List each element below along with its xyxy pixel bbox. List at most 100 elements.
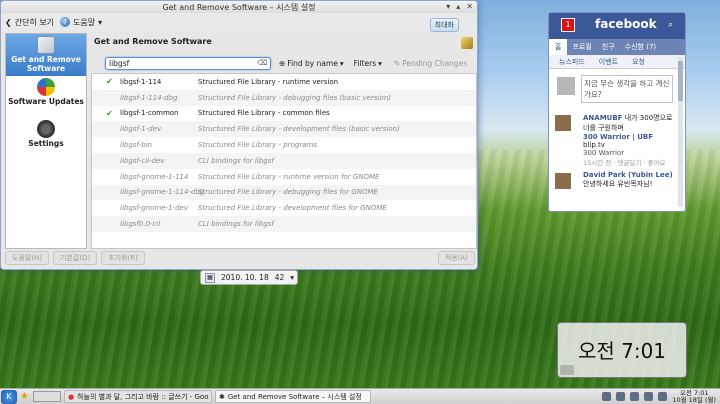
minimize-icon[interactable]: ▾: [446, 2, 450, 11]
software-panel: Get and Remove Software ⌕ libgsf ⌫ ⊕ Fin…: [91, 33, 477, 249]
sidebar-item-settings[interactable]: Settings: [6, 118, 86, 160]
battery-icon[interactable]: [630, 392, 640, 401]
sidebar-item-label: Settings: [28, 139, 64, 148]
calendar-widget[interactable]: ▦ 2010. 10. 18 42 ▾: [200, 270, 298, 285]
clear-search-icon[interactable]: ⌫: [257, 59, 267, 67]
table-row[interactable]: libgsf0.0-cil CLI bindings for libgsf: [92, 216, 476, 232]
title-bar[interactable]: Get and Remove Software – 시스템 설정 ▾ ▴ ✕: [1, 1, 477, 13]
news-feed: ANAMUBF 내가 300명으로 너를 구원하며 300 Warrior | …: [549, 109, 685, 209]
menu-bar: ❮ 간단히 보기 ? 도움말 ▾: [1, 13, 477, 31]
overview-menu[interactable]: ❮ 간단히 보기: [5, 17, 54, 28]
panel-title: Get and Remove Software: [94, 37, 212, 46]
table-row[interactable]: ✔ libgsf-1-114 Structured File Library -…: [92, 74, 476, 90]
status-composer: 지금 무슨 생각을 하고 계신가요?: [549, 69, 685, 109]
package-name: libgsf-gnome-1-114-dbg: [120, 188, 205, 197]
apply-button[interactable]: 적용(A): [437, 251, 475, 265]
task-browser[interactable]: ● 하늘의 별과 달, 그리고 바람 :: 글쓰기 - Goo: [63, 390, 212, 403]
package-desc: Structured File Library - runtime versio…: [198, 172, 380, 181]
tab-friends[interactable]: 친구: [597, 42, 620, 52]
post-link[interactable]: 300 Warrior | UBF: [583, 133, 679, 141]
help-button[interactable]: 도움말(H): [5, 251, 50, 265]
chevron-down-icon[interactable]: ▾: [290, 273, 294, 282]
table-row[interactable]: ✔ libgsf-1-common Structured File Librar…: [92, 106, 476, 122]
pending-changes-button[interactable]: ✎ Pending Changes: [394, 59, 467, 68]
sidebar-item-label: Get and Remove Software: [11, 55, 81, 73]
settings-icon: ✱: [218, 392, 225, 401]
package-desc: Structured File Library - debugging file…: [198, 188, 378, 197]
avatar: [557, 77, 575, 95]
post-author[interactable]: ANAMUBF: [583, 114, 622, 122]
notifications-icon[interactable]: [658, 392, 668, 401]
star-icon[interactable]: ★: [20, 391, 29, 402]
tray-clock[interactable]: 오전 7:01 10월 18일 (월): [672, 389, 716, 404]
table-row[interactable]: libgsf-1-114-dbg Structured File Library…: [92, 89, 476, 106]
post-text: 안녕하세요 유빈목자님!: [583, 180, 653, 188]
maximize-button[interactable]: 최대화: [429, 18, 459, 32]
tab-profile[interactable]: 프로필: [567, 42, 596, 52]
package-desc: Structured File Library - programs: [198, 141, 317, 150]
date-text: 2010. 10. 18: [221, 273, 269, 282]
package-name: libgsf-cil-dev: [120, 156, 165, 165]
table-row[interactable]: libgsf-bin Structured File Library - pro…: [92, 137, 476, 153]
search-input[interactable]: libgsf ⌫: [105, 56, 271, 70]
scrollbar-thumb[interactable]: [678, 61, 683, 101]
package-name: libgsf0.0-cil: [120, 220, 161, 229]
tab-inbox[interactable]: 수신함 (7): [620, 42, 661, 52]
facebook-subtabs: 뉴스피드 이벤트 요청: [549, 55, 685, 69]
subtab-newsfeed[interactable]: 뉴스피드: [559, 57, 585, 67]
volume-icon[interactable]: [616, 392, 626, 401]
table-row[interactable]: libgsf-1-dev Structured File Library - d…: [92, 121, 476, 138]
tab-home[interactable]: 홈: [549, 39, 568, 55]
package-manager-icon: [461, 37, 473, 49]
back-icon: ❮: [5, 17, 12, 27]
sidebar-item-get-remove-software[interactable]: Get and Remove Software: [6, 34, 86, 76]
list-item: David Park (Yubin Lee) 안녕하세요 유빈목자님!: [555, 171, 679, 201]
facebook-tabs: 홈 프로필 친구 수신함 (7): [549, 39, 685, 55]
find-by-name-button[interactable]: ⊕ Find by name ▾: [279, 59, 344, 68]
close-icon[interactable]: ✕: [466, 2, 473, 11]
package-desc: Structured File Library - development fi…: [198, 204, 387, 213]
subtab-requests[interactable]: 요청: [632, 57, 645, 67]
package-name: libgsf-1-114: [120, 77, 162, 86]
table-row[interactable]: libgsf-cil-dev CLI bindings for libgsf: [92, 152, 476, 169]
kde-menu-button[interactable]: K: [1, 389, 17, 404]
chevron-down-icon: ▾: [378, 58, 382, 68]
post-author-alt[interactable]: (Yubin Lee): [628, 171, 673, 179]
list-item: ANAMUBF 내가 300명으로 너를 구원하며 300 Warrior | …: [555, 113, 679, 167]
package-desc: CLI bindings for libgsf: [198, 220, 274, 229]
chevron-down-icon: ▾: [98, 17, 103, 27]
package-desc: Structured File Library - development fi…: [198, 125, 400, 134]
pager-icon[interactable]: [32, 391, 61, 402]
installed-check-icon: ✔: [106, 77, 113, 86]
table-row[interactable]: libgsf-gnome-1-dev Structured File Libra…: [92, 200, 476, 216]
sidebar-item-software-updates[interactable]: Software Updates: [6, 76, 86, 118]
scrollbar[interactable]: [678, 57, 683, 207]
post-site: blip.tv: [583, 141, 605, 149]
post-author[interactable]: David Park: [583, 171, 626, 179]
filters-button[interactable]: Filters ▾: [354, 59, 382, 68]
notification-badge[interactable]: 1: [561, 18, 575, 32]
table-row[interactable]: libgsf-gnome-1-114 Structured File Libra…: [92, 169, 476, 185]
task-label: Get and Remove Software – 시스템 설정: [227, 392, 362, 401]
search-icon[interactable]: ⌕: [668, 20, 673, 30]
system-tray: 오전 7:01 10월 18일 (월): [602, 389, 720, 404]
widget-handle-icon[interactable]: [560, 365, 574, 375]
subtab-events[interactable]: 이벤트: [599, 57, 618, 67]
updates-icon: [37, 78, 55, 96]
clipboard-icon[interactable]: [644, 392, 654, 401]
defaults-button[interactable]: 기본값(D): [53, 251, 98, 265]
status-input[interactable]: 지금 무슨 생각을 하고 계신가요?: [581, 75, 673, 103]
post-meta: 15시간 전 · 댓글달기 · 좋아요: [583, 159, 666, 167]
facebook-logo: facebook: [595, 17, 657, 31]
table-row[interactable]: libgsf-gnome-1-114-dbg Structured File L…: [92, 184, 476, 201]
binoculars-icon: ⊕: [279, 58, 286, 68]
package-name: libgsf-gnome-1-114: [120, 172, 189, 181]
reset-button[interactable]: 초기화(R): [101, 251, 145, 265]
maximize-window-icon[interactable]: ▴: [456, 2, 460, 11]
task-system-settings[interactable]: ✱ Get and Remove Software – 시스템 설정: [214, 390, 371, 403]
search-value: libgsf: [109, 58, 130, 68]
clock-widget: 오전 7:01: [557, 322, 687, 378]
network-icon[interactable]: [602, 392, 612, 401]
week-number: 42: [274, 273, 285, 282]
help-menu[interactable]: ? 도움말 ▾: [60, 17, 102, 28]
